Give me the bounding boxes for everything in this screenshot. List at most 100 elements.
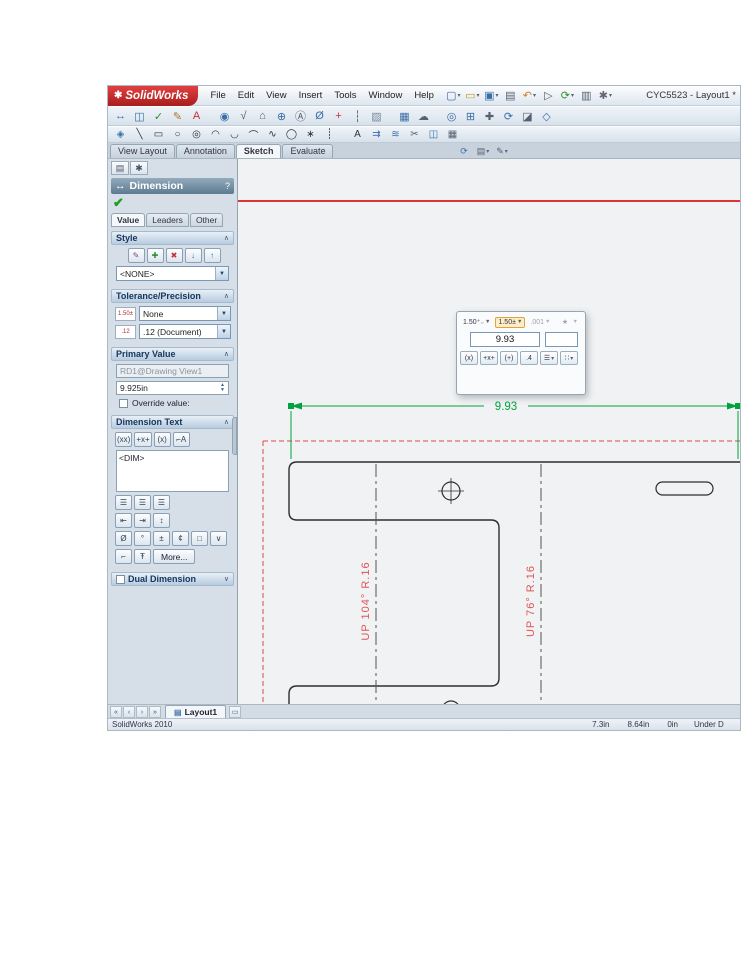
inspection-dimension-button[interactable]: (x) [460,351,478,365]
select-icon[interactable]: ▷ [539,87,558,104]
apply-default-style-button[interactable]: ✎ [127,248,145,263]
surface-finish-icon[interactable]: √ [234,108,253,125]
add-parenthesis-button[interactable]: (xx) [115,432,133,447]
sheet-border[interactable] [262,440,740,706]
dimension-text-section-header[interactable]: Dimension Text ∧ [111,415,234,429]
bend-note-2[interactable]: UP 76° R.16 [525,565,537,637]
dimension-annotation[interactable]: 9.93 [288,401,740,459]
right-justify-button[interactable]: ☰ [153,495,170,510]
datum-feature-icon[interactable]: Ⓐ [291,108,310,125]
tab-sketch[interactable]: Sketch [235,144,282,158]
section-view-icon[interactable]: ◪ [518,108,537,125]
next-sheet-icon[interactable]: › [136,706,148,718]
centerline-symbol-button[interactable]: ¢ [172,531,189,546]
undo-icon[interactable]: ↶ ▾ [520,87,539,104]
precision-dropdown[interactable]: .12 (Document) ▼ [139,324,231,339]
menu-help[interactable]: Help [408,88,440,103]
panel-splitter-handle[interactable] [232,417,237,455]
tab-evaluate[interactable]: Evaluate [282,144,334,158]
text-icon[interactable]: A [348,127,367,142]
menu-insert[interactable]: Insert [293,88,329,103]
sketch-smart-dimension-icon[interactable]: ◈ [111,127,130,142]
sheet-tab-layout1[interactable]: ▤ Layout1 [165,705,227,718]
dimension-leader-button[interactable]: ⌐A [172,432,190,447]
add-style-button[interactable]: ✚ [146,248,164,263]
print-icon[interactable]: ▤ [501,87,520,104]
help-icon[interactable]: ? [225,181,230,191]
align-text-button[interactable]: ⇥ [134,513,151,528]
square-symbol-button[interactable]: □ [191,531,208,546]
perimeter-circle-icon[interactable]: ◎ [187,127,206,142]
tolerance-section-header[interactable]: Tolerance/Precision ∧ [111,289,234,303]
linear-pattern-icon[interactable]: ▦ [443,127,462,142]
offset-text-button[interactable]: (x) [153,432,171,447]
file-properties-icon[interactable]: ▥ [577,87,596,104]
add-sheet-icon[interactable]: ▭ [229,706,242,718]
save-style-button[interactable]: ↓ [184,248,202,263]
dimension-grip-left[interactable] [288,403,294,409]
style-dropdown[interactable]: <NONE> ▼ [116,266,229,281]
dimension-value-text[interactable]: 9.93 [495,401,517,413]
break-line-button[interactable]: ⇤ [115,513,132,528]
balloon-icon[interactable]: ◉ [215,108,234,125]
rectangle-icon[interactable]: ▭ [149,127,168,142]
center-dimension-button[interactable]: +x+ [480,351,498,365]
spline-icon[interactable]: ∿ [263,127,282,142]
left-justify-button[interactable]: ☰ [115,495,132,510]
part-outline[interactable] [288,461,740,706]
center-justify-button[interactable]: ☰ [134,495,151,510]
offset-text-button[interactable]: (+) [500,351,518,365]
rotate-view-icon[interactable]: ⟳ [499,108,518,125]
dual-dimension-section-header[interactable]: Dual Dimension ∨ [111,572,234,586]
more-symbols-button[interactable]: More... [153,549,196,564]
spinner-icon[interactable]: ▲ ▼ [220,383,225,393]
centerline-icon[interactable]: ┆ [348,108,367,125]
vertical-position-button[interactable]: ↕ [153,513,170,528]
menu-window[interactable]: Window [363,88,409,103]
favorite-button[interactable]: ★ ▼ [555,316,580,328]
format-painter-icon[interactable]: ✎ [168,108,187,125]
propertymanager-tab-icon[interactable]: ✱ [130,161,148,175]
line-icon[interactable]: ╲ [130,127,149,142]
new-document-icon[interactable]: ▢ ▾ [444,87,463,104]
ellipse-icon[interactable]: ◯ [282,127,301,142]
note-icon[interactable]: A [187,108,206,125]
precision-button[interactable]: .001 ▼ [527,317,553,328]
tab-view-layout[interactable]: View Layout [110,144,175,158]
degree-symbol-button[interactable]: ° [134,531,151,546]
tolerance-type-button[interactable]: 1.50⁺₋ ▼ [460,316,493,328]
text-scale-button[interactable]: .4 [520,351,538,365]
tab-other[interactable]: Other [189,213,224,227]
hole-callout-icon[interactable]: Ø [310,108,329,125]
save-icon[interactable]: ▣ ▾ [482,87,501,104]
first-sheet-icon[interactable]: « [110,706,122,718]
open-document-icon[interactable]: ▭ ▾ [463,87,482,104]
circle-icon[interactable]: ○ [168,127,187,142]
annotation-filter-icon[interactable]: ✎ ▾ [492,144,511,158]
counterbore-symbol-button[interactable]: ⌐ [115,549,132,564]
menu-tools[interactable]: Tools [328,88,362,103]
tolerance-dropdown[interactable]: None ▼ [139,306,231,321]
menu-view[interactable]: View [260,88,292,103]
tolerance-symmetric-button[interactable]: 1.50± ▼ [495,316,526,328]
bend-note-1[interactable]: UP 104° R.16 [360,561,372,640]
primary-value-field[interactable]: 9.925in ▲ ▼ [116,381,229,395]
zoom-to-area-icon[interactable]: ⊞ [461,108,480,125]
previous-sheet-icon[interactable]: ‹ [123,706,135,718]
depth-symbol-button[interactable]: Ŧ [134,549,151,564]
ok-button[interactable]: ✔ [113,195,124,211]
load-style-button[interactable]: ↑ [203,248,221,263]
convert-entities-icon[interactable]: ⇉ [367,127,386,142]
point-icon[interactable]: ∗ [301,127,320,142]
last-sheet-icon[interactable]: » [149,706,161,718]
dimension-value-input[interactable]: 9.93 [470,332,540,347]
slot-cutout[interactable] [655,481,714,496]
smart-dimension-icon[interactable]: ↔ [111,108,130,125]
pan-icon[interactable]: ✚ [480,108,499,125]
secondary-value-input[interactable] [545,332,578,347]
tangent-arc-icon[interactable]: ◡ [225,127,244,142]
center-dimension-button[interactable]: +x+ [134,432,152,447]
plus-minus-symbol-button[interactable]: ± [153,531,170,546]
featuremanager-tab-icon[interactable]: ▤ [111,161,129,175]
zoom-to-fit-icon[interactable]: ◎ [442,108,461,125]
